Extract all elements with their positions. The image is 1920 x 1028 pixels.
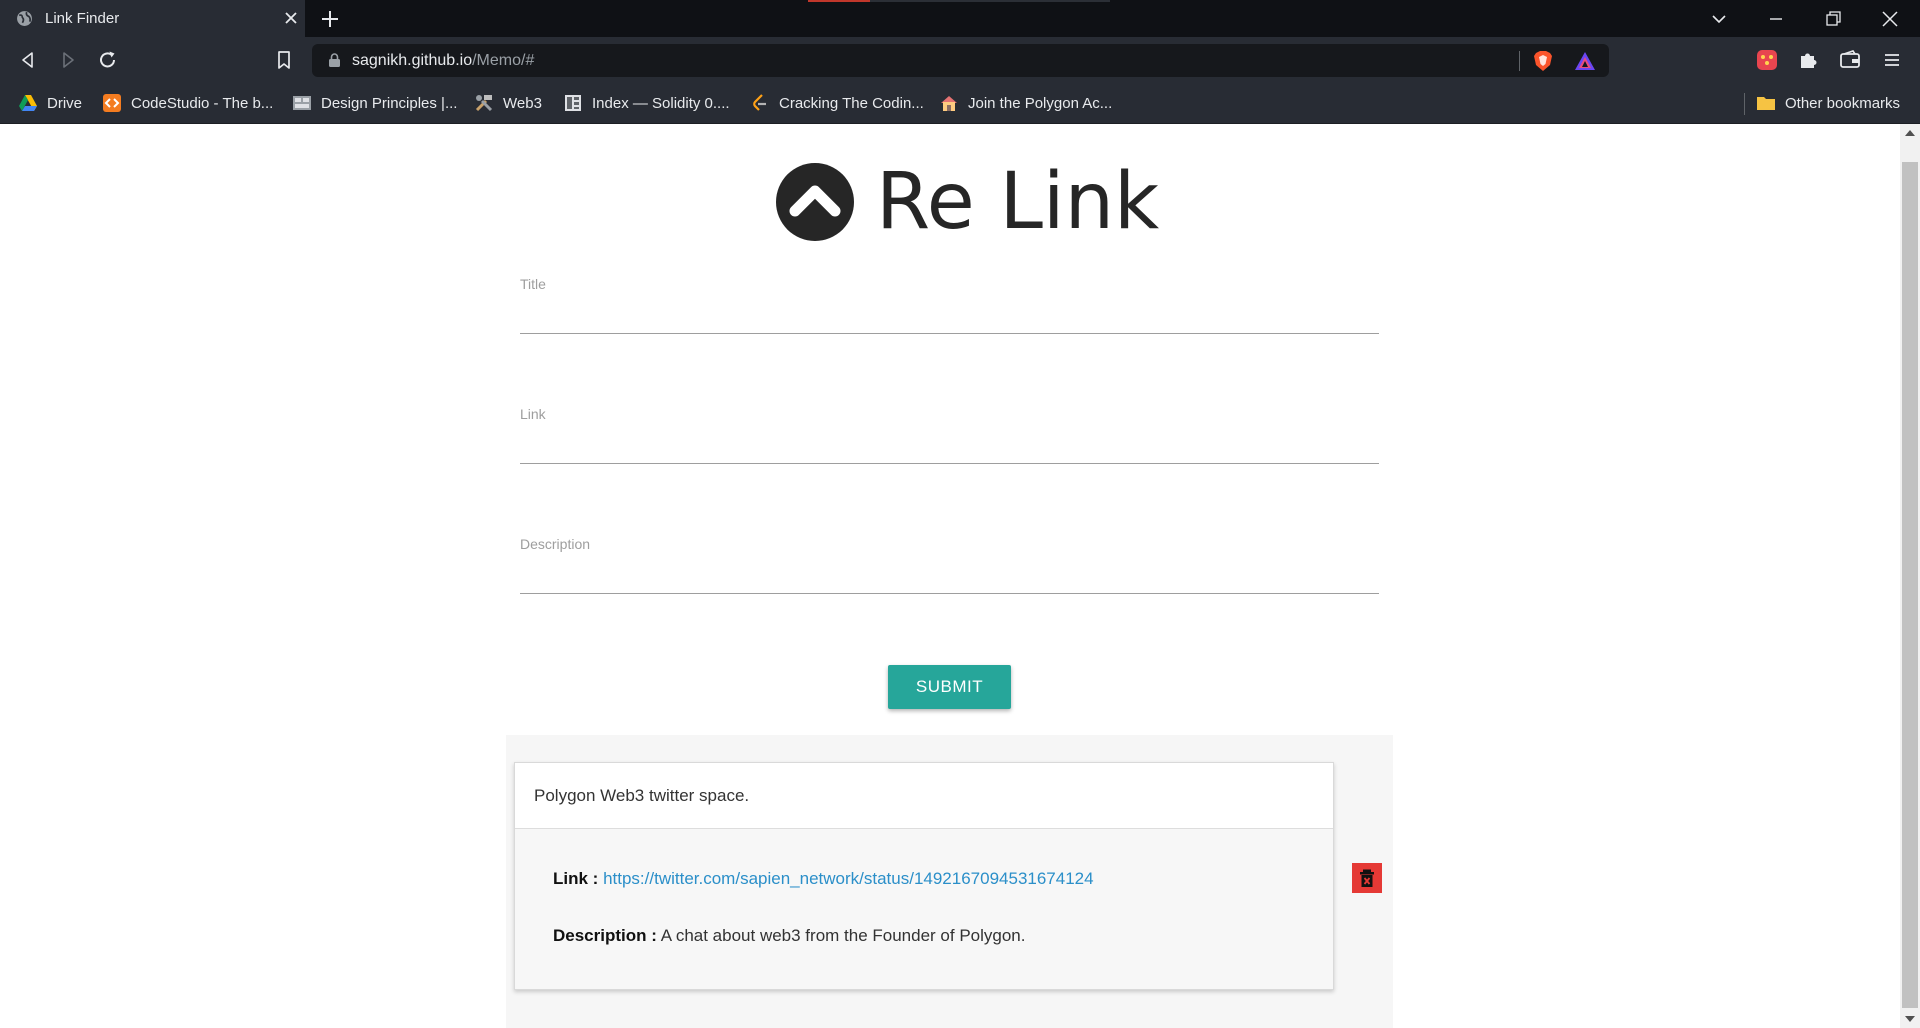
lock-icon[interactable]: [328, 53, 341, 68]
brave-rewards-icon[interactable]: [1574, 51, 1596, 71]
restore-icon[interactable]: [1822, 8, 1844, 30]
link-card-link-label: Link :: [553, 869, 599, 888]
tab-search-chevron-icon[interactable]: [1708, 8, 1730, 30]
submit-button[interactable]: SUBMIT: [888, 665, 1011, 709]
description-input[interactable]: [520, 556, 1379, 594]
back-icon[interactable]: [16, 48, 40, 72]
description-field: Description: [520, 536, 1379, 594]
address-url[interactable]: sagnikh.github.io/Memo/#: [352, 52, 534, 70]
extensions-icon[interactable]: [1796, 48, 1820, 72]
leetcode-icon: [753, 94, 766, 111]
scroll-down-icon[interactable]: [1905, 1016, 1915, 1022]
app-brand-title: Re Link: [876, 157, 1160, 247]
bookmarks-separator: [1744, 93, 1745, 115]
house-icon: [941, 96, 957, 111]
close-window-icon[interactable]: [1879, 8, 1901, 30]
globe-icon: [17, 11, 32, 26]
address-separator: [1519, 51, 1520, 71]
page-content: Re Link Title Link Description SUBMIT Po…: [0, 124, 1900, 1028]
bookmark-label: Cracking The Codin...: [779, 94, 924, 112]
link-input[interactable]: [520, 426, 1379, 464]
bookmark-icon[interactable]: [272, 48, 296, 72]
browser-toolbar: sagnikh.github.io/Memo/#: [0, 37, 1920, 83]
link-card-description-row: Description : A chat about web3 from the…: [553, 926, 1026, 946]
bookmark-polygon[interactable]: Join the Polygon Ac...: [939, 91, 1112, 115]
minimize-icon[interactable]: [1765, 8, 1787, 30]
url-host: sagnikh.github.io: [352, 52, 473, 69]
bookmark-cracking-the-coding[interactable]: Cracking The Codin...: [750, 91, 924, 115]
bookmark-label: Index — Solidity 0....: [592, 94, 730, 112]
title-input[interactable]: [520, 296, 1379, 334]
url-path: /Memo/#: [472, 52, 535, 69]
tab-strip-indicator-2: [870, 0, 1110, 2]
address-bar[interactable]: sagnikh.github.io/Memo/#: [312, 44, 1609, 77]
forward-icon[interactable]: [56, 48, 80, 72]
bookmark-codestudio[interactable]: CodeStudio - The b...: [102, 91, 273, 115]
link-card-link-row: Link : https://twitter.com/sapien_networ…: [553, 869, 1094, 889]
google-drive-icon: [19, 95, 37, 111]
link-card-title: Polygon Web3 twitter space.: [515, 763, 1333, 829]
bookmark-solidity[interactable]: Index — Solidity 0....: [563, 91, 730, 115]
link-label: Link: [520, 406, 546, 422]
page-scrollbar[interactable]: [1900, 124, 1920, 1028]
other-bookmarks[interactable]: Other bookmarks: [1756, 91, 1900, 115]
bookmark-label: Join the Polygon Ac...: [968, 94, 1113, 112]
app-logo: Re Link: [776, 163, 1159, 241]
bookmark-label: Drive: [47, 94, 83, 112]
saved-links-list: Polygon Web3 twitter space. Link : https…: [506, 735, 1393, 1028]
bookmark-label: CodeStudio - The b...: [131, 94, 274, 112]
link-card-description-label: Description :: [553, 926, 657, 945]
folder-icon: [1757, 97, 1775, 110]
title-field: Title: [520, 276, 1379, 334]
close-tab-icon[interactable]: [282, 9, 300, 27]
wallet-icon[interactable]: [1838, 48, 1862, 72]
bookmark-design-principles[interactable]: Design Principles |...: [292, 91, 457, 115]
bookmark-web3[interactable]: Web3: [474, 91, 542, 115]
reload-icon[interactable]: [96, 48, 120, 72]
menu-icon[interactable]: [1880, 48, 1904, 72]
bookmark-label: Design Principles |...: [321, 94, 458, 112]
link-field: Link: [520, 406, 1379, 464]
bookmark-label: Web3: [503, 94, 542, 112]
link-card-url[interactable]: https://twitter.com/sapien_network/statu…: [603, 869, 1094, 888]
bookmark-drive[interactable]: Drive: [18, 91, 82, 115]
link-card-description: A chat about web3 from the Founder of Po…: [660, 926, 1026, 945]
link-card: Polygon Web3 twitter space. Link : https…: [514, 762, 1334, 990]
chevron-up-circle-icon: [776, 163, 854, 241]
new-tab-icon[interactable]: [319, 8, 341, 30]
design-principles-icon: [293, 96, 311, 110]
tab-strip-indicator: [808, 0, 870, 2]
tab-title: Link Finder: [45, 10, 120, 27]
extension-puzzle-red-icon[interactable]: [1755, 48, 1779, 72]
bookmarks-bar: Drive CodeStudio - The b... Design Princ…: [0, 83, 1920, 124]
title-label: Title: [520, 276, 546, 292]
scrollbar-thumb[interactable]: [1902, 162, 1918, 1008]
solidity-icon: [565, 95, 581, 111]
scroll-up-icon[interactable]: [1905, 130, 1915, 136]
tools-icon: [475, 95, 493, 112]
description-label: Description: [520, 536, 591, 552]
tab-strip: Link Finder: [0, 0, 1920, 37]
tab-link-finder[interactable]: Link Finder: [0, 0, 305, 37]
codestudio-icon: [103, 94, 121, 112]
other-bookmarks-label: Other bookmarks: [1785, 94, 1901, 112]
delete-button[interactable]: [1352, 863, 1382, 893]
trash-icon: [1360, 869, 1374, 887]
brave-shields-icon[interactable]: [1533, 50, 1553, 72]
